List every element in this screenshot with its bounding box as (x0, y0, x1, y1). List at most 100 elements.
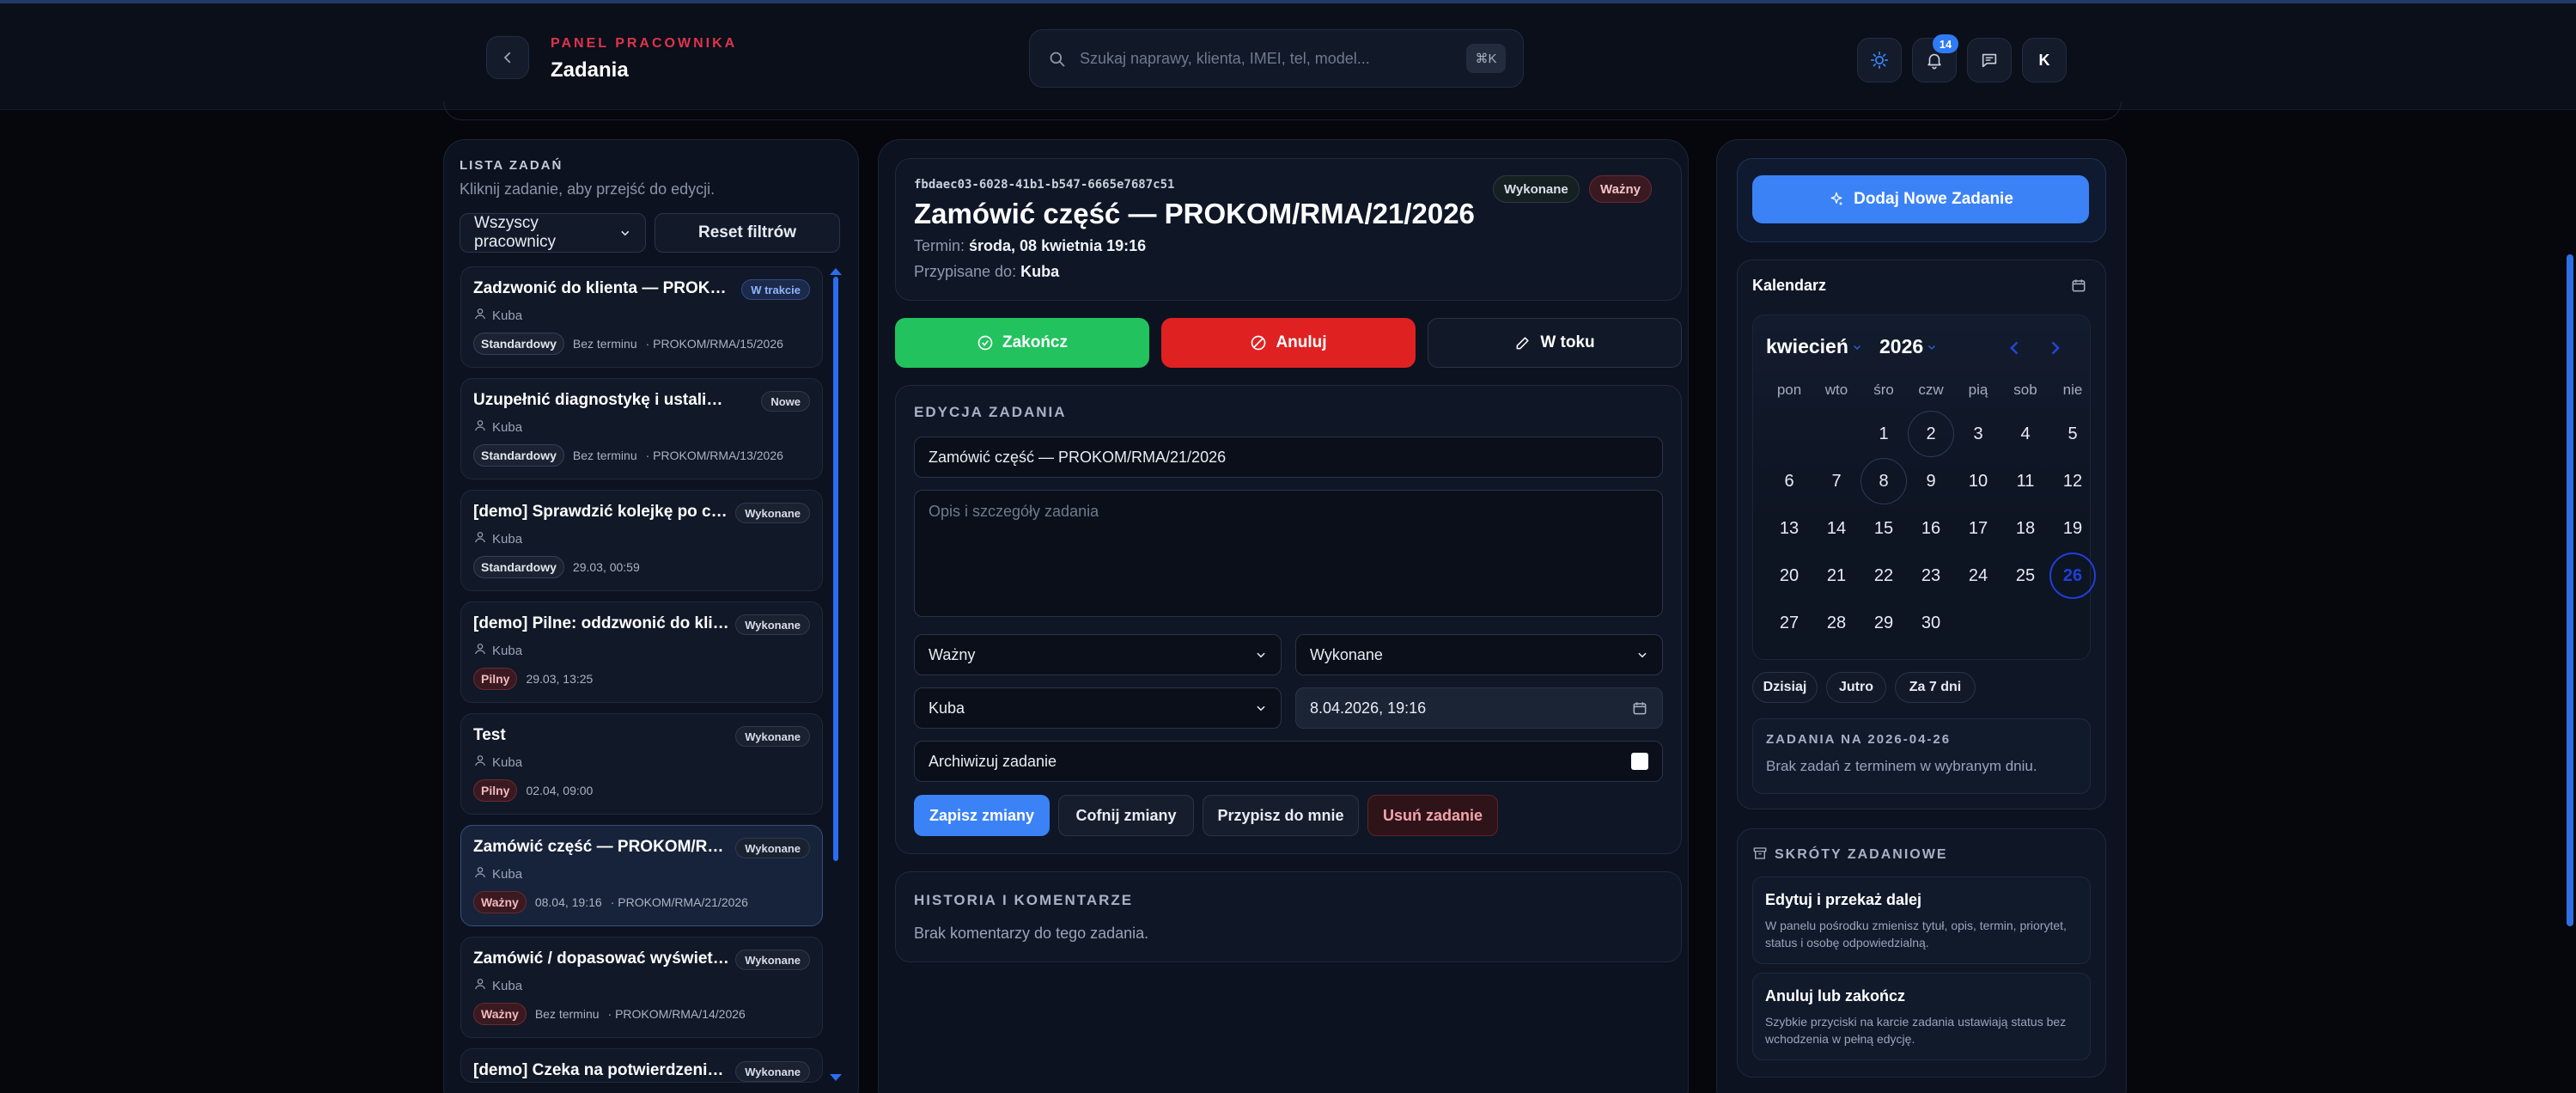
calendar-day[interactable]: 24 (1955, 553, 2001, 599)
messages-button[interactable] (1967, 38, 2012, 82)
sparkles-icon (1830, 192, 1843, 206)
assignee-select[interactable]: Kuba (914, 687, 1282, 729)
scroll-up-arrow[interactable] (830, 268, 842, 275)
calendar-day[interactable]: 26 (2049, 553, 2096, 599)
calendar-day[interactable]: 28 (1813, 600, 1860, 646)
complete-button[interactable]: Zakończ (895, 318, 1149, 368)
save-button[interactable]: Zapisz zmiany (914, 795, 1050, 836)
revert-button[interactable]: Cofnij zmiany (1058, 795, 1194, 836)
task-list-item[interactable]: [demo] Sprawdzić kolejkę po częś... Wykon… (460, 490, 823, 591)
task-list-item[interactable]: Zamówić / dopasować wyświetlacz Wykonane K… (460, 937, 823, 1038)
calendar-day[interactable]: 23 (1908, 553, 1954, 599)
delete-task-button[interactable]: Usuń zadanie (1367, 795, 1498, 836)
user-avatar[interactable]: K (2022, 38, 2067, 82)
calendar-day[interactable]: 21 (1813, 553, 1860, 599)
status-value: Wykonane (1310, 645, 1383, 663)
calendar-day[interactable]: 9 (1908, 458, 1954, 504)
calendar-day[interactable]: 18 (2002, 505, 2049, 552)
task-list-item[interactable]: [demo] Pilne: oddzwonić do klient... Wyko… (460, 601, 823, 703)
task-item-priority-badge: Pilny (473, 668, 518, 690)
task-list-item[interactable]: Zadzwonić do klienta — PROKOM/... W trakc… (460, 266, 823, 368)
user-icon (473, 530, 487, 547)
task-item-title: Zamówić / dopasować wyświetlacz (473, 950, 731, 968)
calendar-day[interactable]: 25 (2002, 553, 2049, 599)
quick-7days-chip[interactable]: Za 7 dni (1895, 672, 1976, 703)
in-progress-label: W toku (1540, 333, 1595, 351)
cancel-task-button[interactable]: Anuluj (1161, 318, 1416, 368)
calendar-day[interactable]: 8 (1860, 458, 1907, 504)
reset-filters-button[interactable]: Reset filtrów (655, 213, 840, 253)
calendar-day[interactable]: 15 (1860, 505, 1907, 552)
search-bar[interactable]: Szukaj naprawy, klienta, IMEI, tel, mode… (1029, 29, 1524, 88)
calendar-day[interactable]: 14 (1813, 505, 1860, 552)
title-input[interactable]: Zamówić część — PROKOM/RMA/21/2026 (914, 437, 1663, 478)
calendar-day[interactable]: 29 (1860, 600, 1907, 646)
calendar-day[interactable]: 19 (2049, 505, 2096, 552)
priority-select[interactable]: Ważny (914, 634, 1282, 675)
task-item-date: 08.04, 19:16 (534, 895, 602, 909)
weekday-label: nie (2062, 382, 2083, 398)
archive-box-icon (1753, 847, 1767, 859)
calendar-day[interactable]: 16 (1908, 505, 1954, 552)
archive-toggle[interactable]: Archiwizuj zadanie (914, 741, 1663, 782)
weekday-label: pon (1776, 382, 1802, 398)
task-item-date: Bez terminu (534, 1007, 600, 1021)
calendar-day[interactable]: 20 (1766, 553, 1812, 599)
search-input[interactable]: Szukaj naprawy, klienta, IMEI, tel, mode… (1080, 50, 1370, 68)
task-item-status-badge: Wykonane (735, 503, 810, 523)
calendar-day[interactable]: 27 (1766, 600, 1812, 646)
task-item-title: Uzupełnić diagnostykę i ustalić kolejn..… (473, 391, 731, 409)
description-textarea[interactable]: Opis i szczegóły zadania (914, 490, 1663, 617)
quick-today-chip[interactable]: Dzisiaj (1752, 672, 1818, 703)
task-item-ref: · PROKOM/RMA/14/2026 (607, 1007, 746, 1021)
assigned-label: Przypisane do: (914, 263, 1017, 280)
calendar-day[interactable]: 11 (2002, 458, 2049, 504)
add-task-button[interactable]: Dodaj Nowe Zadanie (1752, 175, 2089, 223)
month-select[interactable]: kwiecień (1766, 335, 1862, 358)
task-list-item[interactable]: Uzupełnić diagnostykę i ustalić kolejn..… (460, 378, 823, 479)
shortcut-title: Anuluj lub zakończ (1765, 987, 1906, 1004)
datetime-input[interactable]: 8.04.2026, 19:16 (1295, 687, 1663, 729)
calendar-day[interactable]: 13 (1766, 505, 1812, 552)
calendar-day[interactable]: 22 (1860, 553, 1907, 599)
quick-tomorrow-chip[interactable]: Jutro (1826, 672, 1886, 703)
task-list-item[interactable]: [demo] Czeka na potwierdzenie d... Wykona… (460, 1048, 823, 1083)
calendar-day[interactable]: 4 (2002, 411, 2049, 457)
assign-to-me-button[interactable]: Przypisz do mnie (1203, 795, 1359, 836)
task-list-item[interactable]: Zamówić część — PROKOM/RMA/... Wykonane Ku… (460, 825, 823, 926)
task-item-priority-badge: Pilny (473, 779, 518, 802)
task-list-scrollbar[interactable] (833, 277, 838, 861)
user-icon (473, 865, 487, 882)
calendar-day[interactable]: 17 (1955, 505, 2001, 552)
task-item-ref: · PROKOM/RMA/21/2026 (610, 895, 748, 909)
archive-label: Archiwizuj zadanie (929, 752, 1057, 770)
chevron-down-icon (1257, 705, 1265, 711)
bell-icon (1927, 53, 1941, 70)
task-list-item[interactable]: Test Wykonane Kuba Pilny 02.04, 09:00 (460, 713, 823, 815)
back-button[interactable] (486, 36, 529, 79)
calendar-day[interactable]: 3 (1955, 411, 2001, 457)
year-select[interactable]: 2026 (1879, 335, 1937, 358)
task-item-priority-badge: Ważny (473, 1003, 527, 1025)
archive-checkbox[interactable] (1631, 753, 1648, 770)
chevron-down-icon (621, 230, 630, 236)
scroll-down-arrow[interactable] (830, 1074, 842, 1081)
next-month-icon[interactable] (2046, 339, 2063, 357)
calendar-day[interactable]: 30 (1908, 600, 1954, 646)
status-select[interactable]: Wykonane (1295, 634, 1663, 675)
employee-filter-select[interactable]: Wszyscy pracownicy (460, 213, 646, 253)
page-scrollbar[interactable] (2567, 254, 2573, 926)
in-progress-button[interactable]: W toku (1428, 318, 1682, 368)
employee-filter-value: Wszyscy pracownicy (474, 214, 557, 251)
calendar-day[interactable]: 12 (2049, 458, 2096, 504)
calendar-day[interactable]: 5 (2049, 411, 2096, 457)
calendar-day[interactable]: 10 (1955, 458, 2001, 504)
theme-toggle-button[interactable] (1857, 38, 1902, 82)
calendar-day[interactable]: 7 (1813, 458, 1860, 504)
shortcut-item: Anuluj lub zakończ Szybkie przyciski na … (1752, 973, 2091, 1060)
history-empty: Brak komentarzy do tego zadania. (914, 925, 1149, 942)
calendar-day[interactable]: 2 (1908, 411, 1954, 457)
prev-month-icon[interactable] (2007, 339, 2024, 357)
calendar-day[interactable]: 1 (1860, 411, 1907, 457)
calendar-day[interactable]: 6 (1766, 458, 1812, 504)
